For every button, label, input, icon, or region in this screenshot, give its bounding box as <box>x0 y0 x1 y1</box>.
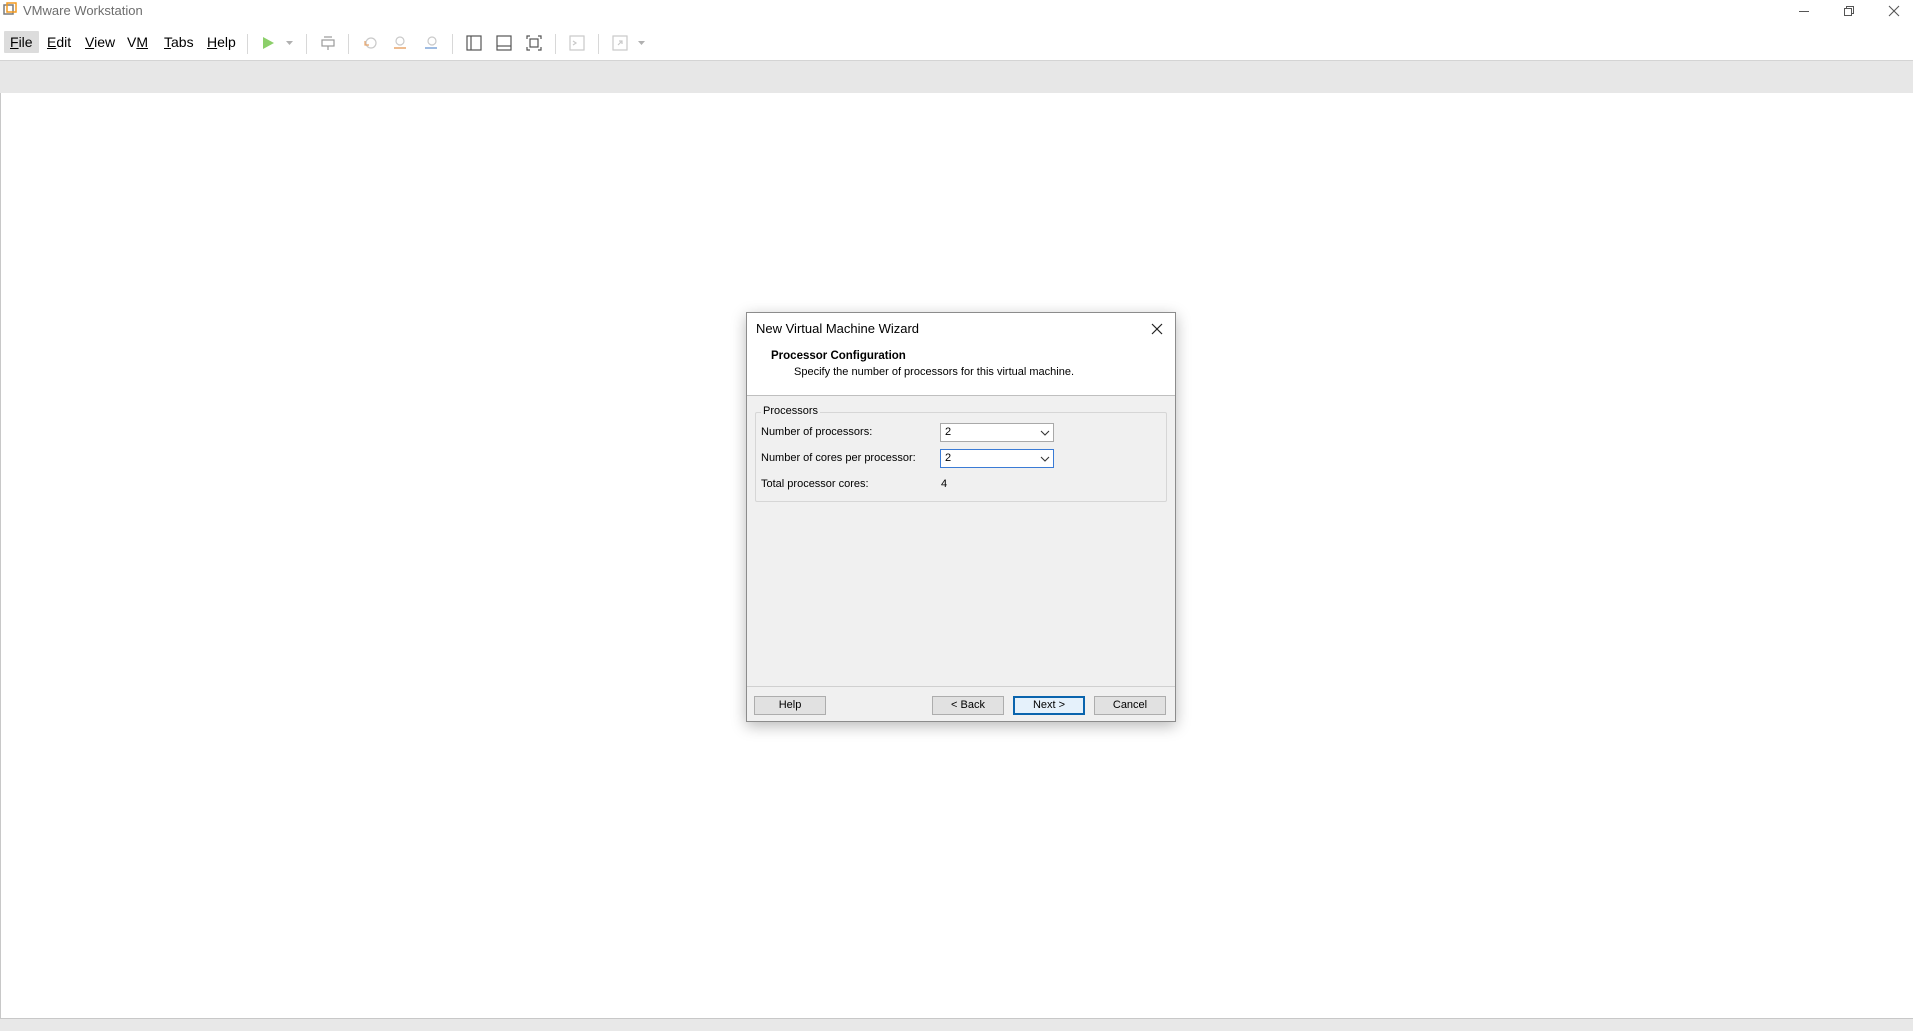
menu-tabs[interactable]: Tabs <box>158 31 200 53</box>
menu-vm[interactable]: VM <box>121 31 154 53</box>
window-title: VMware Workstation <box>23 3 143 18</box>
dialog-header: New Virtual Machine Wizard Processor Con… <box>747 313 1175 396</box>
menu-file[interactable]: File <box>4 31 39 53</box>
cores-label: Number of cores per processor: <box>761 452 916 464</box>
new-vm-wizard-dialog: New Virtual Machine Wizard Processor Con… <box>746 312 1176 722</box>
back-button[interactable]: < Back <box>932 696 1004 715</box>
processors-group-label: Processors <box>761 405 821 417</box>
footer-divider <box>747 686 1175 687</box>
chevron-down-icon <box>1040 430 1050 436</box>
menu-edit[interactable]: Edit <box>41 31 77 53</box>
library-icon <box>466 35 482 51</box>
play-icon <box>263 37 274 49</box>
restore-icon <box>1844 6 1854 16</box>
chevron-down-icon[interactable] <box>286 40 293 46</box>
dialog-close-button[interactable] <box>1147 319 1167 339</box>
total-cores-value: 4 <box>941 478 948 490</box>
toolbar-separator <box>247 34 248 54</box>
minimize-button[interactable] <box>1782 0 1826 22</box>
thumbnail-icon <box>496 35 512 51</box>
stretch-guest-button[interactable] <box>609 32 631 54</box>
show-thumbnail-bar-button[interactable] <box>493 32 515 54</box>
toolbar-separator <box>306 34 307 54</box>
toolbar-separator <box>348 34 349 54</box>
next-button[interactable]: Next > <box>1013 696 1085 715</box>
console-icon <box>569 35 585 51</box>
cancel-button[interactable]: Cancel <box>1094 696 1166 715</box>
tab-strip <box>0 60 1913 94</box>
take-snapshot-button[interactable] <box>389 32 411 54</box>
cores-value: 2 <box>945 452 952 464</box>
chevron-down-icon[interactable] <box>638 40 645 46</box>
snapshot-manager-button[interactable] <box>420 32 442 54</box>
vmware-logo-icon <box>3 2 17 16</box>
close-icon <box>1888 5 1900 17</box>
revert-snapshot-button[interactable] <box>359 32 381 54</box>
menu-toolbar: File Edit View VM Tabs Help <box>0 23 1913 59</box>
processors-label: Number of processors: <box>761 426 873 438</box>
snapshot-manager-icon <box>425 36 437 49</box>
toolbar-separator <box>598 34 599 54</box>
processors-select[interactable]: 2 <box>940 423 1054 442</box>
cores-select[interactable]: 2 <box>940 449 1054 468</box>
send-ctrl-alt-del-button[interactable] <box>317 32 339 54</box>
snapshot-revert-icon <box>364 37 377 49</box>
close-window-button[interactable] <box>1872 0 1913 22</box>
show-library-button[interactable] <box>463 32 485 54</box>
close-icon <box>1151 323 1163 335</box>
toolbar-separator <box>452 34 453 54</box>
full-screen-button[interactable] <box>523 32 545 54</box>
page-heading: Processor Configuration <box>771 350 906 362</box>
page-subheading: Specify the number of processors for thi… <box>794 366 1075 378</box>
fullscreen-icon <box>526 35 542 51</box>
help-button[interactable]: Help <box>754 696 826 715</box>
vmware-workstation-window: VMware Workstation File Edit View VM Tab… <box>0 0 1913 1031</box>
total-cores-label: Total processor cores: <box>761 478 869 490</box>
title-bar: VMware Workstation <box>0 0 1913 22</box>
restore-button[interactable] <box>1827 0 1871 22</box>
dialog-title: New Virtual Machine Wizard <box>756 321 920 336</box>
power-on-button[interactable] <box>257 32 279 54</box>
processors-value: 2 <box>945 426 952 438</box>
toolbar-separator <box>555 34 556 54</box>
status-bar <box>0 1018 1913 1031</box>
unity-icon <box>612 35 628 51</box>
send-keys-icon <box>321 36 335 50</box>
chevron-down-icon <box>1040 456 1050 462</box>
menu-view[interactable]: View <box>79 31 121 53</box>
console-view-button[interactable] <box>566 32 588 54</box>
menu-help[interactable]: Help <box>201 31 242 53</box>
snapshot-take-icon <box>394 36 406 49</box>
minimize-icon <box>1799 11 1809 12</box>
